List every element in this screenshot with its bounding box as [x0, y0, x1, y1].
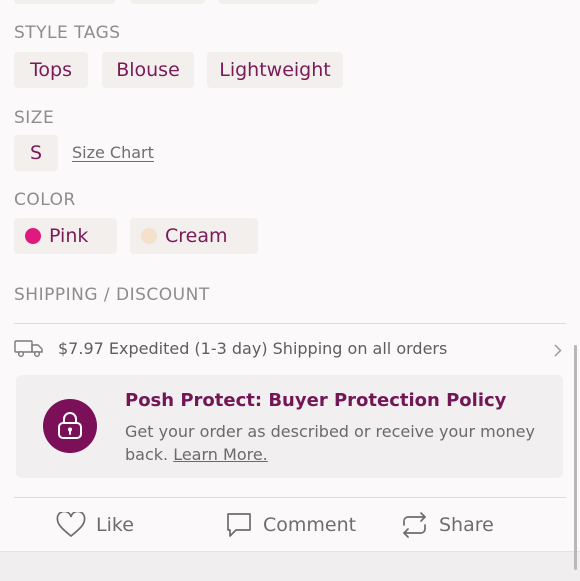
color-chip-pink[interactable]: Pink — [14, 218, 117, 254]
comment-icon — [225, 511, 253, 539]
color-row: Pink Cream — [0, 218, 580, 254]
share-label: Share — [439, 514, 494, 536]
color-name-pink: Pink — [49, 225, 89, 247]
size-chart-link[interactable]: Size Chart — [72, 143, 154, 162]
style-tags-label: STYLE TAGS — [14, 23, 121, 43]
shipping-label: SHIPPING / DISCOUNT — [14, 285, 210, 305]
style-tags-row: Tops Blouse Lightweight — [0, 52, 580, 88]
divider — [14, 497, 566, 498]
previous-row-chip — [14, 0, 115, 4]
bottom-bar — [0, 551, 580, 581]
divider — [14, 323, 566, 324]
previous-row-chip — [218, 0, 319, 4]
size-label: SIZE — [14, 108, 55, 128]
previous-row-chip — [130, 0, 205, 4]
size-chip[interactable]: S — [14, 135, 58, 171]
color-name-cream: Cream — [165, 225, 228, 247]
protect-body: Get your order as described or receive y… — [125, 420, 545, 466]
share-icon — [400, 511, 429, 539]
chevron-right-icon — [554, 342, 562, 361]
color-chip-cream[interactable]: Cream — [130, 218, 258, 254]
comment-label: Comment — [263, 514, 357, 536]
cream-swatch — [141, 228, 157, 244]
style-tag-blouse[interactable]: Blouse — [102, 52, 194, 88]
share-button[interactable]: Share — [400, 506, 494, 544]
comment-button[interactable]: Comment — [225, 506, 356, 544]
protect-badge — [43, 399, 97, 453]
learn-more-link[interactable]: Learn More. — [173, 445, 268, 464]
like-button[interactable]: Like — [56, 506, 134, 544]
scrollbar[interactable] — [574, 345, 577, 570]
like-label: Like — [96, 514, 134, 536]
lock-icon — [56, 411, 84, 441]
protect-title: Posh Protect: Buyer Protection Policy — [125, 390, 507, 411]
shipping-row[interactable]: $7.97 Expedited (1-3 day) Shipping on al… — [14, 333, 566, 363]
heart-icon — [56, 512, 86, 538]
style-tag-tops[interactable]: Tops — [14, 52, 88, 88]
shipping-text: $7.97 Expedited (1-3 day) Shipping on al… — [58, 338, 448, 358]
style-tag-lightweight[interactable]: Lightweight — [207, 52, 343, 88]
posh-protect-card: Posh Protect: Buyer Protection Policy Ge… — [16, 375, 563, 478]
color-label: COLOR — [14, 190, 76, 210]
pink-swatch — [25, 228, 41, 244]
truck-icon — [14, 338, 44, 358]
